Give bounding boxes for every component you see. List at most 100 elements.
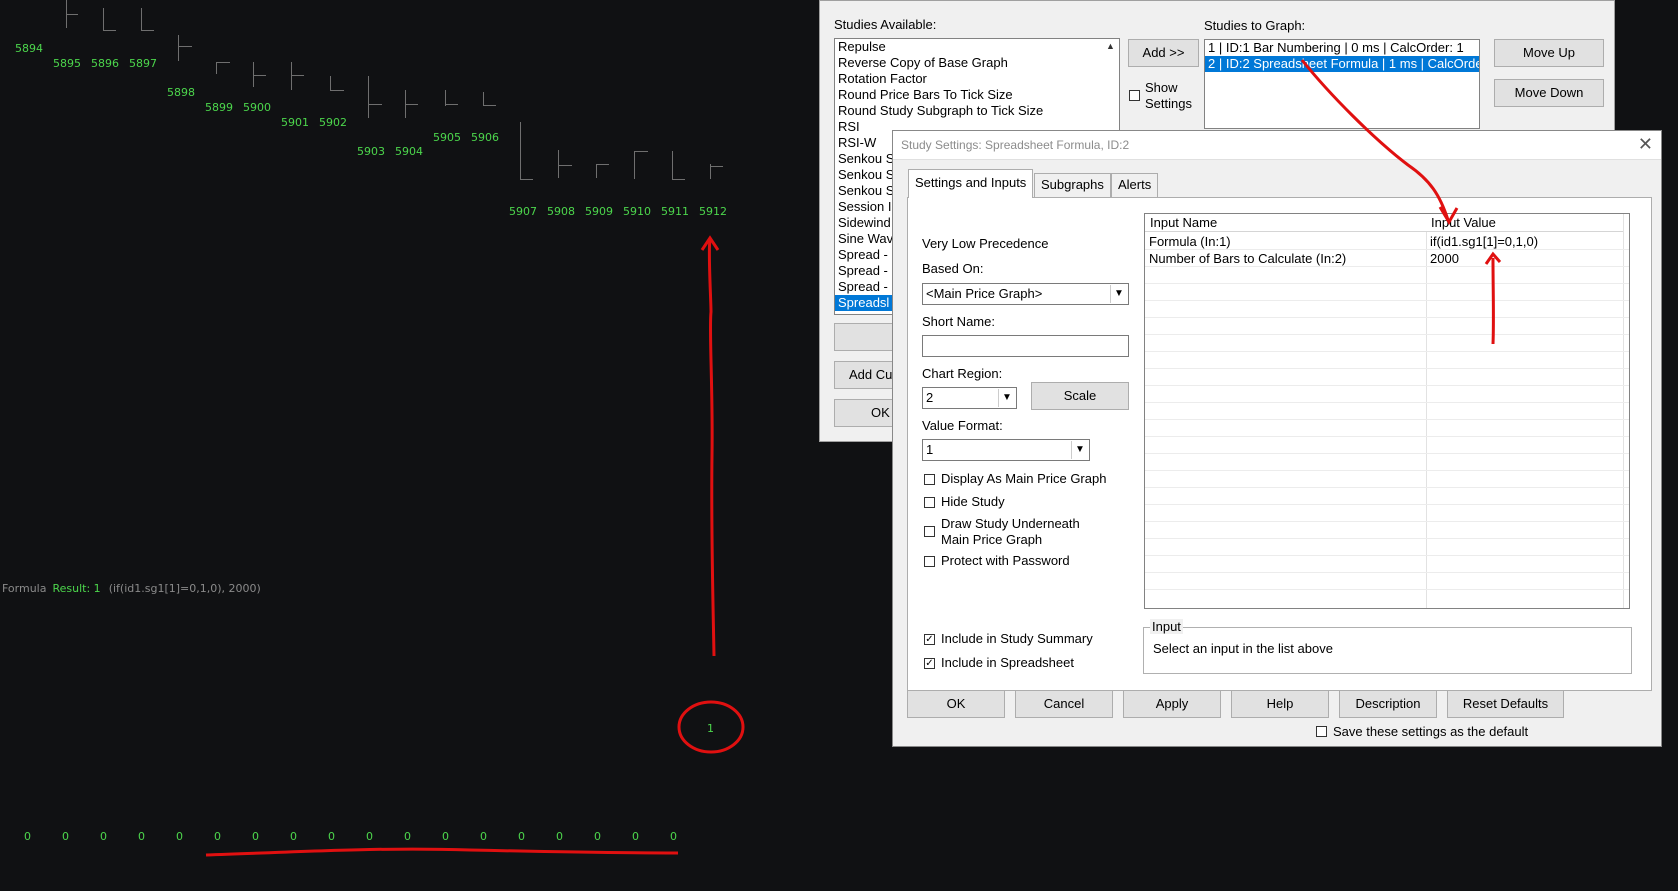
list-item[interactable]: Reverse Copy of Base Graph: [835, 55, 1119, 71]
list-item[interactable]: Repulse: [835, 39, 1119, 55]
add-study-button[interactable]: Add >>: [1128, 39, 1199, 67]
formula-label: Formula: [2, 582, 47, 595]
chevron-down-icon[interactable]: ▼: [1110, 285, 1127, 303]
table-row: [1145, 522, 1629, 539]
protect-password-checkbox[interactable]: [924, 556, 935, 567]
bar-number-label: 5903: [357, 145, 385, 158]
circled-study-value: 1: [707, 722, 714, 735]
include-spreadsheet-checkbox[interactable]: ✓: [924, 658, 935, 669]
tab-settings-and-inputs[interactable]: Settings and Inputs: [908, 169, 1034, 198]
chevron-down-icon[interactable]: ▼: [998, 389, 1015, 407]
close-icon[interactable]: ✕: [1638, 134, 1653, 155]
protect-password-label: Protect with Password: [941, 553, 1070, 568]
inputs-grid[interactable]: Input Name Input Value Formula (In:1) if…: [1144, 213, 1630, 609]
help-button[interactable]: Help: [1231, 690, 1329, 718]
price-bar: [103, 30, 116, 31]
price-bar: [368, 104, 382, 105]
zero-value: 0: [670, 830, 677, 843]
table-row: [1145, 420, 1629, 437]
dialog-titlebar[interactable]: Study Settings: Spreadsheet Formula, ID:…: [893, 131, 1661, 160]
formula-expression: (if(id1.sg1[1]=0,1,0), 2000): [108, 582, 261, 595]
price-bar: [141, 8, 142, 30]
price-bar: [291, 75, 304, 76]
dialog-title: Study Settings: Spreadsheet Formula, ID:…: [901, 138, 1130, 152]
bar-number-label: 5912: [699, 205, 727, 218]
input-value-cell[interactable]: 2000: [1426, 250, 1459, 267]
tab-subgraphs[interactable]: Subgraphs: [1034, 173, 1111, 197]
bar-number-label: 5908: [547, 205, 575, 218]
price-bar: [596, 164, 597, 178]
price-bar: [710, 166, 723, 167]
chart-area[interactable]: 5894 5895 5896 5897 5898 5899 5900 5901 …: [0, 0, 830, 891]
grid-header-name[interactable]: Input Name: [1145, 214, 1426, 232]
table-row: [1145, 369, 1629, 386]
price-bar: [330, 90, 344, 91]
zero-value: 0: [176, 830, 183, 843]
studies-to-graph-list[interactable]: 1 | ID:1 Bar Numbering | 0 ms | CalcOrde…: [1204, 39, 1480, 129]
scroll-up-icon[interactable]: ▲: [1104, 41, 1117, 53]
chart-region-select[interactable]: 2 ▼: [922, 387, 1017, 409]
input-value-cell[interactable]: if(id1.sg1[1]=0,1,0): [1426, 233, 1538, 250]
price-bar: [216, 62, 217, 74]
zero-value: 0: [214, 830, 221, 843]
table-row: [1145, 505, 1629, 522]
zero-value: 0: [556, 830, 563, 843]
list-item[interactable]: Round Study Subgraph to Tick Size: [835, 103, 1119, 119]
zero-value: 0: [518, 830, 525, 843]
price-bar: [520, 122, 521, 179]
save-default-label: Save these settings as the default: [1333, 724, 1529, 739]
input-name-cell: Number of Bars to Calculate (In:2): [1149, 251, 1347, 266]
price-bar: [178, 46, 192, 47]
bar-number-label: 5910: [623, 205, 651, 218]
move-down-button[interactable]: Move Down: [1494, 79, 1604, 107]
table-row: [1145, 267, 1629, 284]
show-settings-label: Show Settings: [1145, 80, 1192, 111]
based-on-select[interactable]: <Main Price Graph> ▼: [922, 283, 1129, 305]
graph-study-item[interactable]: 1 | ID:1 Bar Numbering | 0 ms | CalcOrde…: [1205, 40, 1479, 56]
zero-value: 0: [480, 830, 487, 843]
description-button[interactable]: Description: [1339, 690, 1437, 718]
bar-number-label: 5896: [91, 57, 119, 70]
price-bar: [178, 35, 179, 61]
ok-button[interactable]: OK: [907, 690, 1005, 718]
table-row: [1145, 539, 1629, 556]
table-row[interactable]: Formula (In:1) if(id1.sg1[1]=0,1,0): [1145, 233, 1629, 250]
price-bar: [141, 30, 154, 31]
hide-study-label: Hide Study: [941, 494, 1005, 509]
value-format-select[interactable]: 1 ▼: [922, 439, 1090, 461]
display-as-main-label: Display As Main Price Graph: [941, 471, 1107, 486]
hide-study-checkbox[interactable]: [924, 497, 935, 508]
chevron-down-icon[interactable]: ▼: [1071, 441, 1088, 459]
move-up-button[interactable]: Move Up: [1494, 39, 1604, 67]
list-item[interactable]: Rotation Factor: [835, 71, 1119, 87]
zero-value: 0: [24, 830, 31, 843]
save-default-checkbox[interactable]: [1316, 726, 1327, 737]
grid-header-value[interactable]: Input Value: [1426, 214, 1623, 232]
tab-alerts[interactable]: Alerts: [1111, 173, 1159, 197]
display-as-main-checkbox[interactable]: [924, 474, 935, 485]
table-row[interactable]: Number of Bars to Calculate (In:2) 2000: [1145, 250, 1629, 267]
zero-value: 0: [252, 830, 259, 843]
study-settings-dialog[interactable]: Study Settings: Spreadsheet Formula, ID:…: [892, 130, 1662, 747]
bar-number-label: 5911: [661, 205, 689, 218]
cancel-button[interactable]: Cancel: [1015, 690, 1113, 718]
reset-defaults-button[interactable]: Reset Defaults: [1447, 690, 1564, 718]
studies-available-label: Studies Available:: [834, 17, 937, 32]
bar-number-label: 5906: [471, 131, 499, 144]
price-bar: [634, 151, 635, 179]
bar-number-label: 5904: [395, 145, 423, 158]
zero-value: 0: [62, 830, 69, 843]
graph-study-item-selected[interactable]: 2 | ID:2 Spreadsheet Formula | 1 ms | Ca…: [1205, 56, 1479, 72]
zero-value: 0: [404, 830, 411, 843]
zero-value: 0: [328, 830, 335, 843]
apply-button[interactable]: Apply: [1123, 690, 1221, 718]
list-item[interactable]: Round Price Bars To Tick Size: [835, 87, 1119, 103]
scale-button[interactable]: Scale: [1031, 382, 1129, 410]
draw-underneath-checkbox[interactable]: [924, 526, 935, 537]
short-name-input[interactable]: [922, 335, 1129, 357]
price-bar: [596, 164, 609, 165]
bar-number-label: 5905: [433, 131, 461, 144]
include-summary-checkbox[interactable]: ✓: [924, 634, 935, 645]
price-bar: [253, 75, 266, 76]
bar-number-label: 5909: [585, 205, 613, 218]
